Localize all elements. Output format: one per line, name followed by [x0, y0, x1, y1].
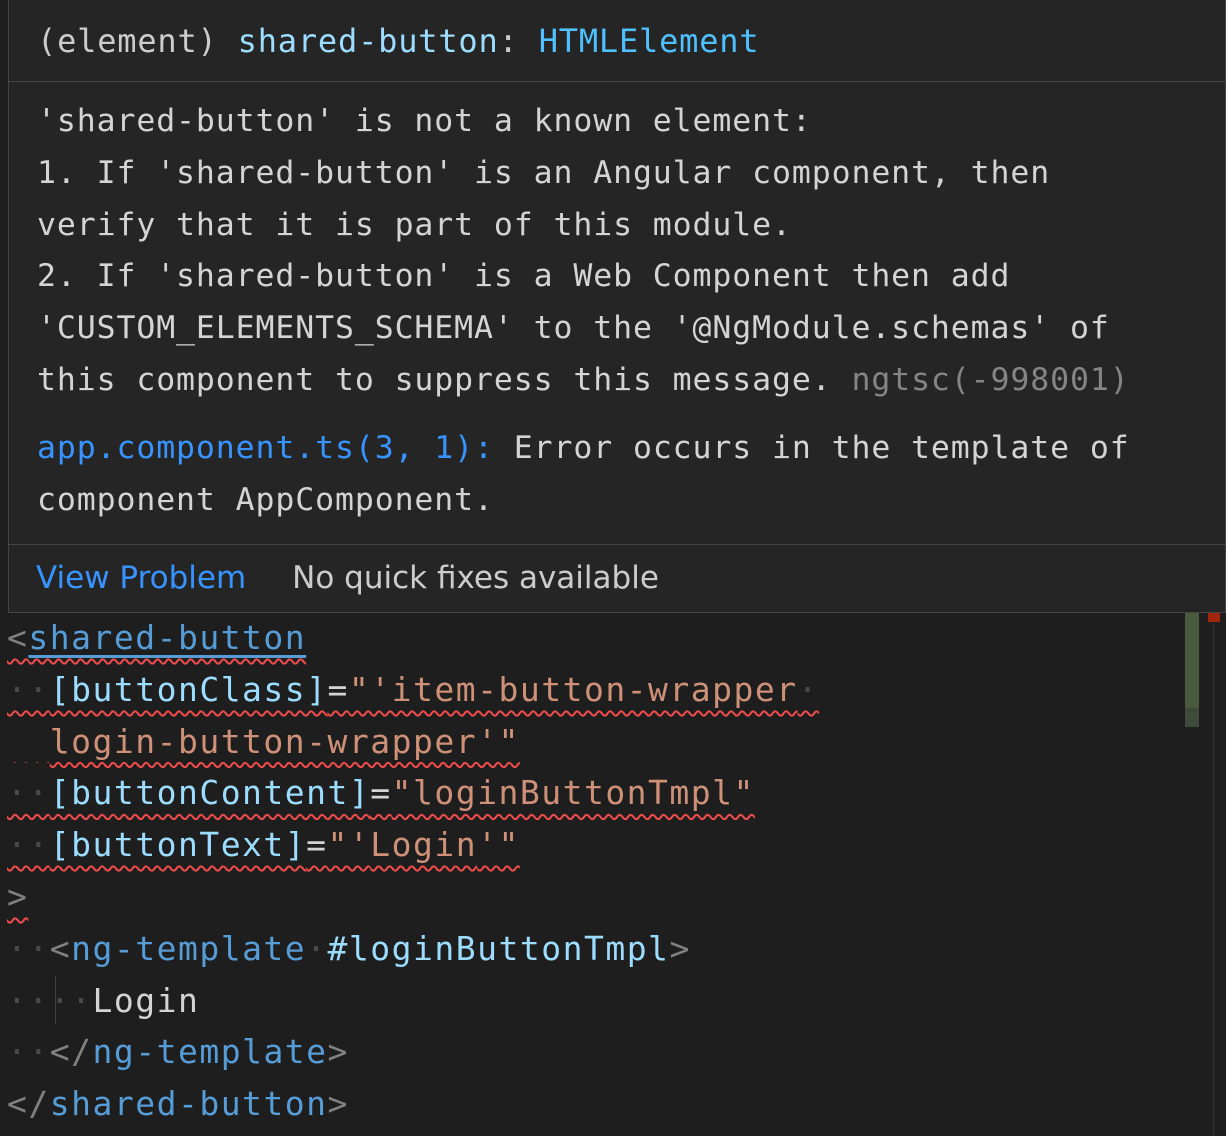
signature-name: shared-button	[237, 22, 499, 60]
signature-type: HTMLElement	[538, 22, 760, 60]
error-message: 'shared-button' is not a known element: …	[9, 82, 1225, 407]
equals-sign: =	[306, 825, 328, 865]
angle-bracket: <	[7, 618, 29, 657]
close-angle-bracket: >	[327, 1084, 349, 1124]
message-line: 'CUSTOM_ELEMENTS_SCHEMA' to the '@NgModu…	[37, 310, 1110, 347]
error-location: app.component.ts(3, 1): Error occurs in …	[9, 407, 1225, 527]
error-source-code: ngtsc(-998001)	[851, 361, 1130, 398]
code-line-3: login-button-wrapper'"	[7, 716, 819, 768]
string-login-value: Login	[370, 825, 478, 865]
string-button-class-1: "'item-button-wrapper	[348, 669, 798, 709]
message-line: 2. If 'shared-button' is a Web Component…	[37, 258, 1011, 295]
code-line-6: >	[7, 871, 819, 923]
equals-sign: =	[327, 669, 349, 709]
close-angle-bracket: >	[7, 876, 29, 916]
hover-signature: (element) shared-button: HTMLElement	[9, 0, 1225, 82]
no-quick-fixes-label: No quick fixes available	[292, 560, 659, 596]
message-line: verify that it is part of this module.	[37, 206, 792, 243]
indent-guide	[55, 975, 56, 1024]
tag-name-ng-template-close: ng-template	[92, 1032, 328, 1072]
code-line-10: </shared-button>	[7, 1078, 819, 1130]
signature-colon: :	[498, 22, 519, 60]
location-line: app.component.ts(3, 1): Error occurs in …	[37, 423, 1195, 475]
tag-name-shared-button-close: shared-button	[49, 1084, 328, 1124]
message-line-last: this component to suppress this message.…	[37, 355, 1195, 407]
string-quote-close: '"	[477, 825, 520, 865]
string-button-class-2: login-button-wrapper'"	[49, 721, 520, 761]
location-text: Error occurs in the template of	[513, 429, 1130, 466]
code-line-7: ··<ng-template·#loginButtonTmpl>	[7, 928, 691, 968]
close-tag-open: </	[49, 1032, 93, 1072]
attr-button-content: [buttonContent]	[49, 773, 371, 813]
location-link[interactable]: app.component.ts(3, 1):	[37, 430, 494, 466]
code-line-4: ··[buttonContent]="loginButtonTmpl"	[7, 773, 755, 813]
message-line-text: this component to suppress this message.	[37, 361, 832, 398]
hover-status-bar: View Problem No quick fixes available	[9, 544, 1225, 612]
template-reference: #loginButtonTmpl	[327, 928, 670, 968]
attr-button-text: [buttonText]	[49, 825, 307, 865]
hover-popup: (element) shared-button: HTMLElement 'sh…	[8, 0, 1226, 613]
overview-ruler-border	[1213, 612, 1214, 1136]
overview-ruler-mark	[1185, 612, 1199, 708]
code-line-1: <shared-button	[7, 612, 819, 664]
tag-name-shared-button[interactable]: shared-button	[28, 618, 306, 657]
view-problem-link[interactable]: View Problem	[36, 560, 246, 596]
string-button-content: "loginButtonTmpl"	[391, 773, 755, 813]
code-line-5: ··[buttonText]="'Login'"	[7, 825, 520, 865]
angle-bracket: <	[49, 928, 72, 968]
error-marker	[1208, 612, 1220, 622]
location-line-2: component AppComponent.	[37, 481, 494, 518]
equals-sign: =	[370, 773, 392, 813]
attr-button-class: [buttonClass]	[49, 669, 328, 709]
code-line-8: ····Login	[7, 975, 819, 1027]
close-tag-open: </	[7, 1084, 50, 1124]
code-line-2: ··[buttonClass]="'item-button-wrapper·	[7, 669, 820, 709]
inner-text-login: Login	[92, 980, 200, 1020]
close-angle-bracket: >	[669, 928, 691, 968]
tag-name-ng-template: ng-template	[71, 928, 307, 968]
code-line-9: ··</ng-template>	[7, 1032, 349, 1072]
string-quote-open: "'	[327, 825, 371, 865]
code-lines[interactable]: <shared-button ··[buttonClass]="'item-bu…	[7, 612, 819, 1130]
code-editor[interactable]: <shared-button ··[buttonClass]="'item-bu…	[0, 612, 1226, 1136]
message-line: 1. If 'shared-button' is an Angular comp…	[37, 154, 1051, 191]
close-angle-bracket: >	[327, 1032, 349, 1072]
message-line: 'shared-button' is not a known element:	[37, 103, 812, 139]
signature-kind: (element)	[37, 22, 218, 60]
